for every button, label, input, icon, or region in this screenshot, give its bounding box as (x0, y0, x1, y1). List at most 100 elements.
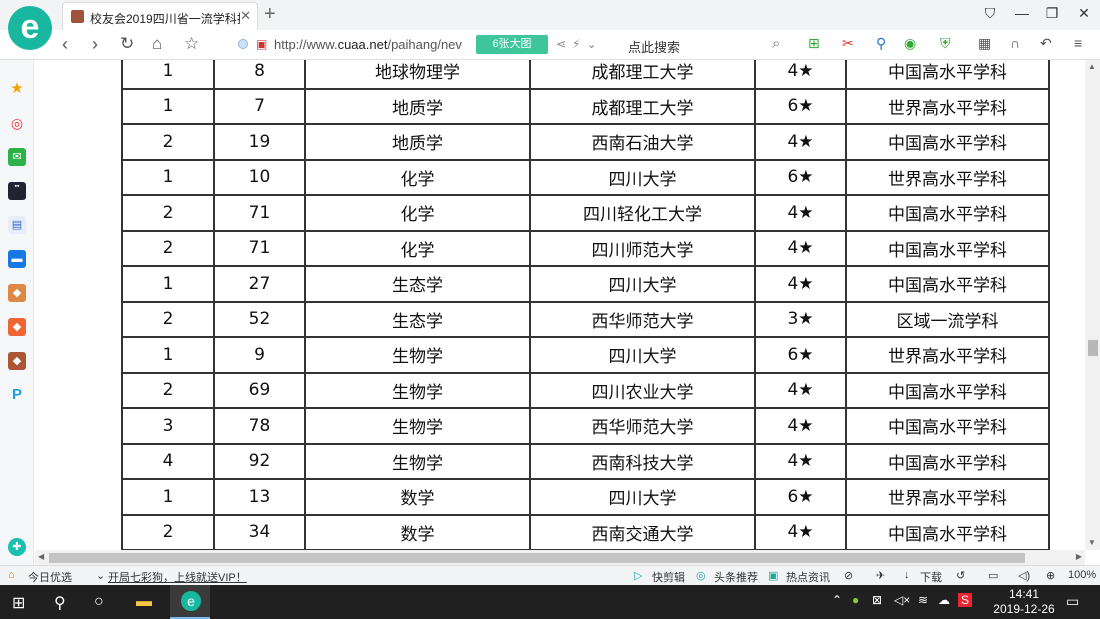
pin-icon[interactable]: ✈ (876, 569, 885, 582)
apps-icon[interactable]: ▦ (978, 35, 991, 52)
vertical-scroll-thumb[interactable] (1088, 340, 1098, 356)
promo-link[interactable]: 开局七彩狗，上线就送VIP！ (108, 569, 247, 585)
address-bar[interactable]: ▣ http://www.cuaa.net/paihang/nev 6张大图 ⋖… (230, 33, 800, 57)
share-icon[interactable]: ⋖⚡⌄ (556, 37, 603, 51)
chat-icon[interactable]: ▬ (8, 250, 26, 268)
image-count-badge[interactable]: 6张大图 (476, 35, 548, 54)
discipline-cell: 生态学 (304, 300, 531, 338)
scroll-down-icon[interactable]: ▼ (1088, 538, 1096, 547)
scroll-left-icon[interactable]: ◀ (38, 552, 44, 561)
university-cell: 四川农业大学 (529, 371, 756, 409)
p-app-icon[interactable]: P (8, 386, 26, 404)
cloud-icon[interactable]: ☁ (938, 593, 950, 607)
volume-icon[interactable]: ◁) (1018, 569, 1030, 582)
volume-mute-icon[interactable]: ◁× (894, 593, 910, 607)
today-picks-link[interactable]: 今日优选 (28, 569, 72, 585)
tray-expand-icon[interactable]: ⌃ (832, 593, 842, 607)
close-window-button[interactable]: ✕ (1072, 5, 1096, 22)
favorite-star-button[interactable]: ☆ (184, 34, 199, 54)
university-cell: 西华师范大学 (529, 300, 756, 338)
new-tab-button[interactable]: + (264, 3, 276, 26)
add-app-icon[interactable]: ✚ (8, 538, 26, 556)
shield-icon[interactable]: ⛨ (940, 35, 951, 52)
discipline-cell: 数学 (304, 478, 531, 516)
table-row: 2 52 生态学 西华师范大学 3★ 区域一流学科 (121, 300, 1050, 338)
stars-cell: 4★ (754, 229, 847, 267)
skin-icon[interactable]: ⛉ (978, 5, 1002, 22)
vertical-scrollbar[interactable]: ▲ ▼ (1085, 60, 1100, 550)
clip-icon: ▷ (634, 570, 643, 582)
search-icon[interactable]: ⌕ (772, 35, 780, 52)
stars-cell: 6★ (754, 336, 847, 374)
menu-icon[interactable]: ≡ (1074, 35, 1082, 51)
back-button[interactable]: ‹ (62, 34, 68, 55)
group-rank-cell: 2 (121, 371, 215, 409)
status-item-headlines[interactable]: 头条推荐 (714, 569, 758, 585)
news-app-icon[interactable]: ▪▪ (8, 182, 26, 200)
title-bar: 校友会2019四川省一流学科排名 ✕ + ⛉ — ❐ ✕ (0, 0, 1100, 30)
level-cell: 世界高水平学科 (845, 158, 1050, 196)
horizontal-scrollbar[interactable]: ◀ ▶ (35, 550, 1085, 565)
browser-logo-icon[interactable]: e (8, 6, 52, 50)
refresh-button[interactable]: ↻ (120, 34, 134, 54)
file-explorer-icon[interactable]: ▬ (136, 593, 152, 611)
game-app-icon-2[interactable]: ◆ (8, 318, 26, 336)
game-app-icon-3[interactable]: ◆ (8, 352, 26, 370)
tray-app-icon[interactable]: ● (852, 593, 859, 607)
document-icon[interactable]: ▤ (8, 216, 26, 234)
level-cell: 中国高水平学科 (845, 513, 1050, 550)
history-icon[interactable]: ↺ (956, 569, 965, 582)
window-icon[interactable]: ▭ (988, 569, 998, 582)
discipline-cell: 生物学 (304, 407, 531, 445)
undo-icon[interactable]: ↶ (1040, 35, 1052, 52)
antivirus-icon[interactable]: S (958, 593, 973, 607)
table-row: 2 19 地质学 西南石油大学 4★ 中国高水平学科 (121, 123, 1050, 161)
mail-icon[interactable]: ✉ (8, 148, 26, 166)
home-button[interactable]: ⌂ (152, 34, 162, 54)
minimize-button[interactable]: — (1010, 5, 1034, 21)
ime-icon[interactable]: ⊠ (872, 593, 882, 607)
national-rank-cell: 27 (213, 265, 306, 303)
download-button[interactable]: 下载 (920, 569, 942, 585)
notification-icon[interactable]: ▭ (1066, 593, 1079, 610)
browser-taskbar-item[interactable]: e (170, 585, 210, 619)
windows-start-icon[interactable]: ⊞ (12, 593, 25, 613)
discipline-cell: 化学 (304, 158, 531, 196)
collapse-icon[interactable]: ⌄ (96, 569, 105, 582)
game-icon[interactable]: ◉ (904, 35, 916, 52)
table-row: 1 8 地球物理学 成都理工大学 4★ 中国高水平学科 (121, 60, 1050, 90)
scroll-right-icon[interactable]: ▶ (1076, 552, 1082, 561)
maximize-button[interactable]: ❐ (1040, 5, 1064, 22)
forward-button[interactable]: › (92, 34, 98, 55)
scissors-icon[interactable]: ✂ (842, 35, 854, 52)
speed-icon[interactable]: ⊘ (844, 569, 853, 582)
table-row: 1 7 地质学 成都理工大学 6★ 世界高水平学科 (121, 87, 1050, 125)
status-item-hot[interactable]: 热点资讯 (786, 569, 830, 585)
download-icon: ↓ (904, 569, 910, 581)
search-taskbar-icon[interactable]: ⚲ (54, 593, 66, 613)
translate-icon[interactable]: ⊞ (808, 35, 820, 52)
table-row: 2 34 数学 西南交通大学 4★ 中国高水平学科 (121, 513, 1050, 550)
zoom-level[interactable]: 100% (1068, 569, 1096, 581)
tab-close-icon[interactable]: ✕ (240, 8, 251, 24)
headphone-icon[interactable]: ∩ (1010, 35, 1020, 51)
status-item-clip[interactable]: 快剪辑 (652, 569, 685, 585)
page-info-icon[interactable]: ▣ (256, 37, 267, 51)
task-view-icon[interactable]: ○ (94, 593, 104, 611)
browser-tab[interactable]: 校友会2019四川省一流学科排名 ✕ (62, 2, 258, 30)
university-cell: 西南科技大学 (529, 442, 756, 480)
weibo-icon[interactable]: ◎ (8, 114, 26, 132)
network-icon[interactable]: ≋ (918, 593, 928, 607)
zoom-icon[interactable]: ⊕ (1046, 569, 1055, 582)
url-text[interactable]: http://www.cuaa.net/paihang/nev (274, 37, 474, 52)
scroll-up-icon[interactable]: ▲ (1088, 62, 1096, 71)
taskbar-clock[interactable]: 14:41 2019-12-26 (990, 587, 1058, 617)
game-app-icon-1[interactable]: ◆ (8, 284, 26, 302)
horizontal-scroll-thumb[interactable] (49, 553, 1025, 563)
search-input[interactable]: 点此搜索 (628, 37, 680, 56)
national-rank-cell: 7 (213, 87, 306, 125)
favorites-star-icon[interactable]: ★ (8, 80, 26, 98)
national-rank-cell: 8 (213, 60, 306, 90)
level-cell: 中国高水平学科 (845, 265, 1050, 303)
magnifier-icon[interactable]: ⚲ (876, 35, 886, 52)
